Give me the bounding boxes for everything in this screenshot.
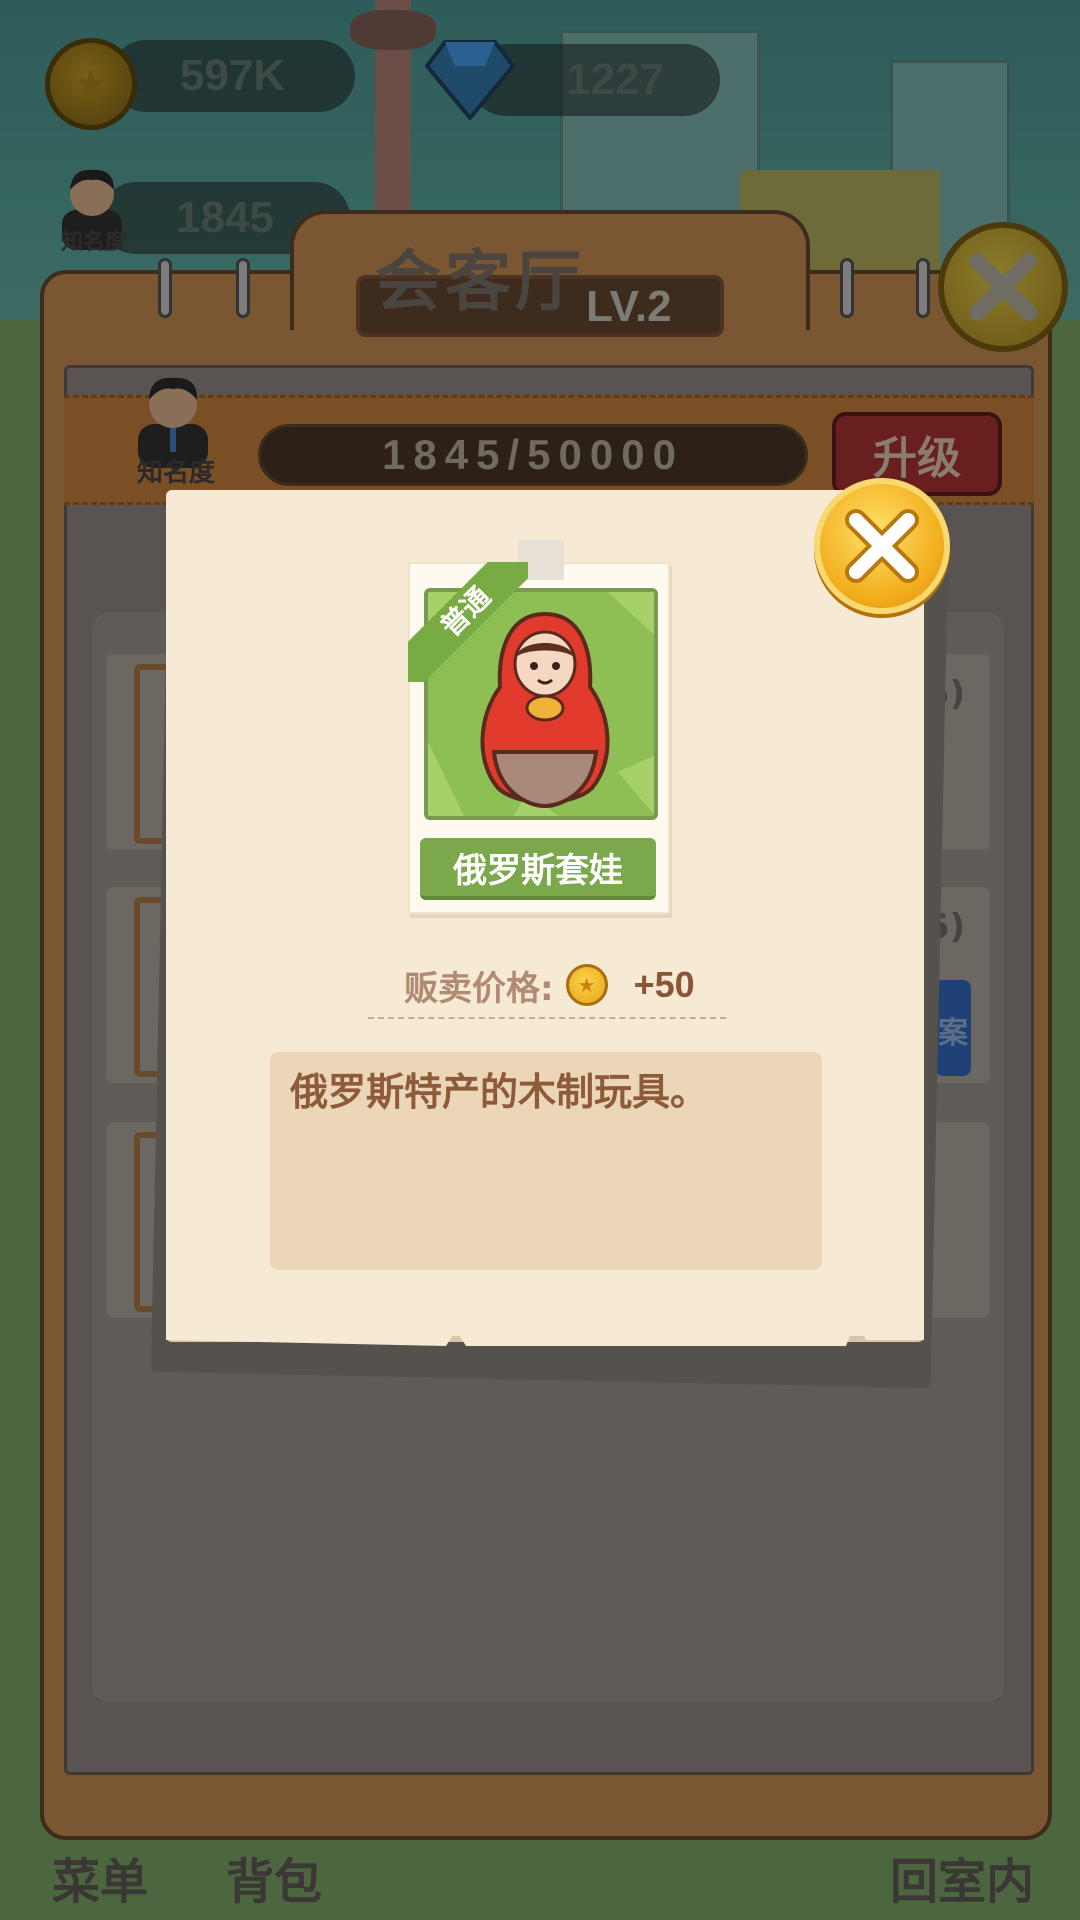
panel-close-button[interactable] bbox=[938, 222, 1068, 352]
rarity-label: 普通 bbox=[408, 562, 528, 682]
close-icon bbox=[845, 509, 919, 583]
upgrade-label: 升级 bbox=[873, 433, 961, 484]
coin-count: 597K bbox=[179, 51, 286, 100]
binder-ring bbox=[840, 258, 854, 318]
panel-level: LV.2 bbox=[586, 282, 672, 331]
fame-label: 知名度 bbox=[136, 458, 215, 488]
coin-icon: ★ bbox=[565, 964, 608, 1006]
sell-price-row: 贩卖价格: ★ +50 bbox=[404, 960, 695, 1010]
item-name-plate: 俄罗斯套娃 bbox=[420, 838, 656, 900]
item-description: 俄罗斯特产的木制玩具。 bbox=[290, 1070, 709, 1114]
divider bbox=[368, 1017, 726, 1019]
fame-count: 1845 bbox=[176, 193, 274, 242]
panel-title: 会客厅 bbox=[375, 243, 585, 320]
sell-price-value: +50 bbox=[633, 964, 695, 1005]
menu-button[interactable]: 菜单 bbox=[52, 1842, 148, 1912]
rarity-ribbon: 普通 bbox=[408, 562, 528, 682]
coin-icon: ★ bbox=[45, 38, 137, 130]
item-name: 俄罗斯套娃 bbox=[453, 850, 623, 891]
tv-tower-ball bbox=[350, 10, 436, 50]
close-icon bbox=[969, 253, 1037, 321]
bag-button[interactable]: 背包 bbox=[226, 1842, 322, 1912]
close-button[interactable] bbox=[814, 478, 950, 614]
return-indoor-button[interactable]: 回室内 bbox=[890, 1842, 1034, 1912]
binder-ring bbox=[236, 258, 250, 318]
row-action-button[interactable]: 案 bbox=[935, 980, 971, 1076]
paper-torn-edge bbox=[166, 1310, 924, 1346]
fame-progress-bar: 1845/50000 bbox=[258, 424, 808, 486]
row-action-label: 案 bbox=[938, 1016, 968, 1051]
binder-ring bbox=[158, 258, 172, 318]
coin-counter: 597K bbox=[110, 40, 355, 112]
fame-progress-text: 1845/50000 bbox=[382, 431, 684, 478]
binder-ring bbox=[916, 258, 930, 318]
fame-label: 知名度 bbox=[60, 230, 127, 255]
gem-count: 1227 bbox=[566, 55, 664, 104]
sell-price-label: 贩卖价格: bbox=[404, 968, 554, 1009]
diamond-icon bbox=[425, 40, 515, 120]
